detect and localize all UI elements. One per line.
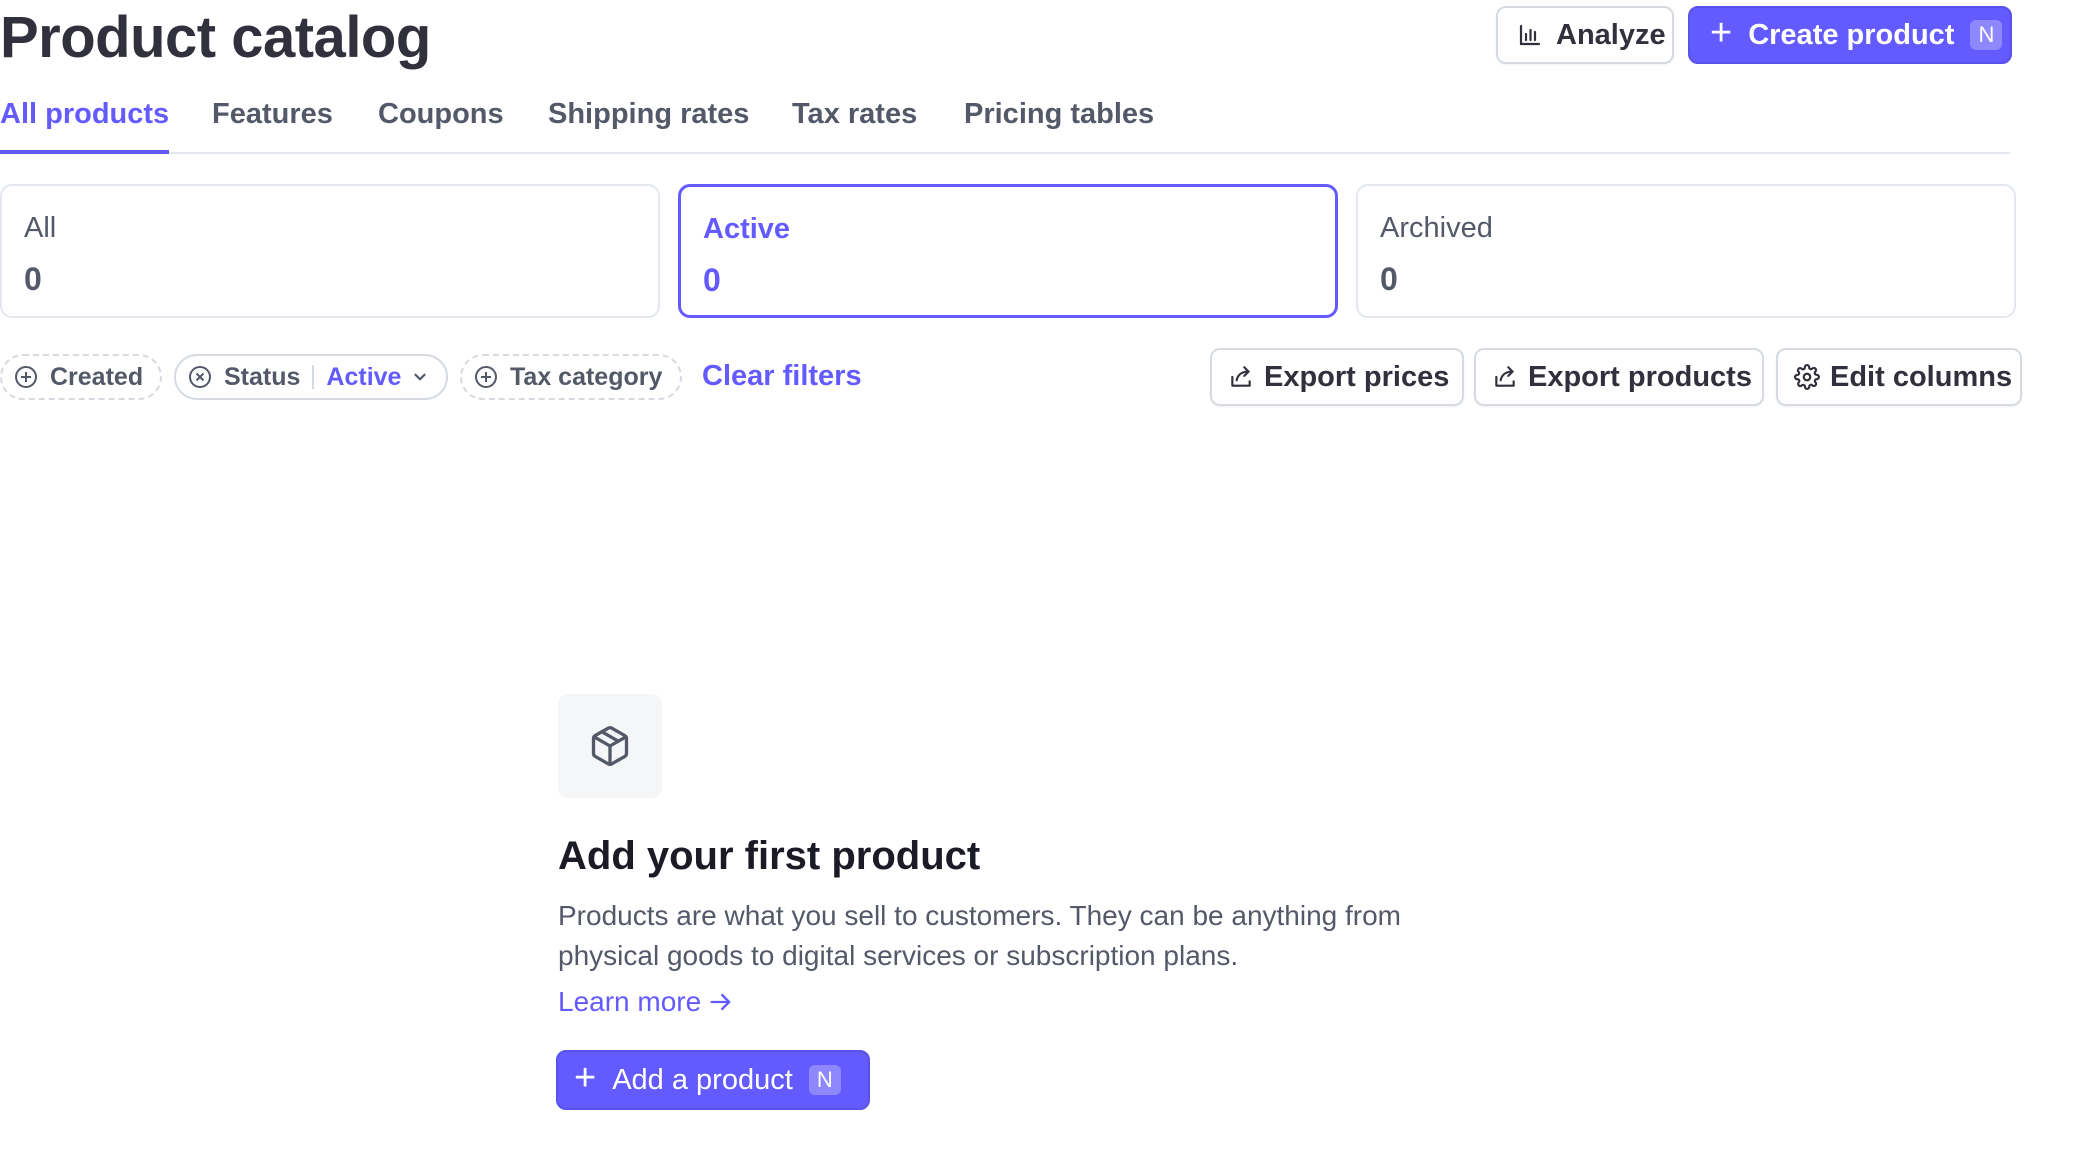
plus-circle-icon: [15, 366, 37, 388]
plus-icon: +: [1710, 12, 1733, 54]
learn-more-label: Learn more: [558, 986, 702, 1017]
empty-state-title: Add your first product: [558, 834, 981, 878]
tab-coupons[interactable]: Coupons: [378, 98, 504, 154]
export-icon: [1495, 366, 1515, 387]
export-products-button[interactable]: Export products: [1474, 348, 1764, 406]
export-prices-label: Export prices: [1264, 360, 1450, 393]
filter-created-label: Created: [50, 362, 144, 391]
filter-status-value: Active: [326, 362, 402, 391]
filter-tax-category[interactable]: Tax category: [460, 354, 682, 400]
keyboard-shortcut-badge: N: [808, 1065, 841, 1095]
filter-created[interactable]: Created: [0, 354, 162, 400]
tab-bar: All products Features Coupons Shipping r…: [0, 94, 2010, 154]
status-card-count: 0: [24, 261, 42, 297]
tab-pricing-tables[interactable]: Pricing tables: [964, 98, 1154, 154]
tab-tax-rates[interactable]: Tax rates: [792, 98, 917, 154]
arrow-right-icon: [710, 993, 731, 1011]
empty-state-description: Products are what you sell to customers.…: [558, 900, 1402, 971]
filter-tax-category-label: Tax category: [510, 362, 663, 391]
keyboard-shortcut-badge: N: [1970, 20, 2003, 50]
remove-circle-icon[interactable]: [188, 365, 212, 389]
export-icon: [1231, 366, 1251, 387]
add-product-button[interactable]: + Add a product N: [556, 1050, 870, 1110]
empty-state-icon-box: [558, 694, 662, 798]
bar-chart-icon: [1519, 24, 1541, 46]
filter-status[interactable]: Status Active: [174, 354, 448, 400]
status-card-label: Archived: [1380, 212, 1493, 244]
status-card-count: 0: [703, 262, 721, 298]
plus-icon: +: [574, 1057, 597, 1099]
status-card-count: 0: [1380, 261, 1398, 297]
tab-features[interactable]: Features: [212, 98, 333, 154]
export-products-label: Export products: [1528, 360, 1752, 393]
status-card-all[interactable]: All 0: [0, 184, 660, 318]
export-prices-button[interactable]: Export prices: [1210, 348, 1464, 406]
tab-all-products[interactable]: All products: [0, 98, 170, 154]
box-icon: [591, 726, 629, 766]
edit-columns-button[interactable]: Edit columns: [1776, 348, 2022, 406]
tab-shipping-rates[interactable]: Shipping rates: [548, 98, 749, 154]
learn-more-link[interactable]: Learn more: [558, 986, 735, 1018]
analyze-button[interactable]: Analyze: [1496, 6, 1674, 64]
clear-filters-link[interactable]: Clear filters: [702, 360, 862, 393]
page-title: Product catalog: [0, 5, 431, 70]
add-product-label: Add a product: [612, 1063, 793, 1096]
divider: [312, 365, 315, 389]
status-card-label: All: [24, 212, 57, 244]
status-card-archived[interactable]: Archived 0: [1356, 184, 2016, 318]
plus-circle-icon: [475, 366, 497, 388]
create-product-label: Create product: [1748, 18, 1955, 51]
chevron-down-icon: [414, 373, 427, 381]
status-card-label: Active: [703, 213, 791, 245]
edit-columns-label: Edit columns: [1830, 360, 2013, 393]
gear-icon: [1794, 364, 1820, 390]
filter-status-label: Status: [224, 362, 301, 391]
create-product-button[interactable]: + Create product N: [1688, 6, 2012, 64]
status-card-active[interactable]: Active 0: [678, 184, 1338, 318]
analyze-label: Analyze: [1556, 18, 1666, 51]
